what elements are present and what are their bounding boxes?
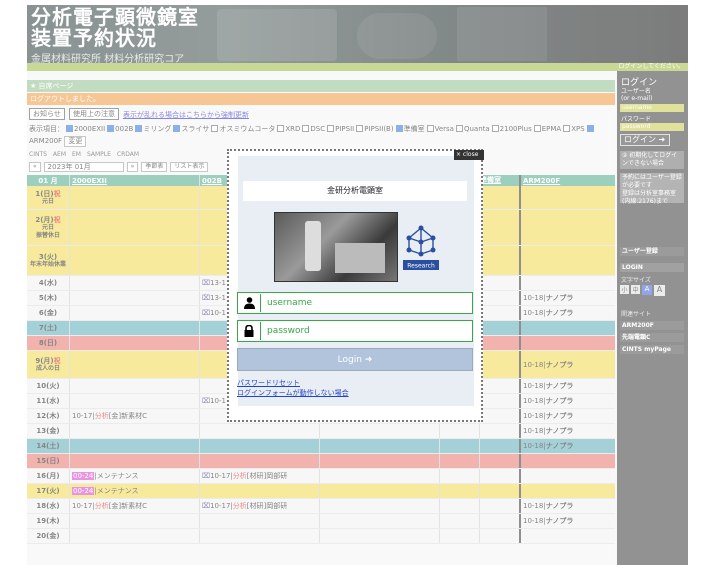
- user-icon: [238, 293, 260, 313]
- photo-console: [335, 243, 385, 273]
- username-input[interactable]: [260, 294, 466, 312]
- modal-title: 金研分析電顕室: [243, 181, 467, 201]
- password-reset-link[interactable]: パスワードリセット: [237, 378, 300, 388]
- login-button[interactable]: Login ➜: [237, 348, 473, 371]
- password-input[interactable]: [260, 322, 466, 340]
- research-logo: Research: [403, 224, 439, 270]
- username-field: [237, 292, 473, 314]
- login-help-link[interactable]: ログインフォームが動作しない場合: [237, 388, 349, 398]
- microscope-photo: [274, 212, 398, 282]
- password-field: [237, 320, 473, 342]
- modal-close-button[interactable]: × close: [454, 150, 484, 160]
- research-label: Research: [407, 263, 435, 270]
- network-icon: Research: [403, 225, 439, 270]
- lock-icon: [238, 321, 260, 341]
- photo-column: [305, 221, 321, 271]
